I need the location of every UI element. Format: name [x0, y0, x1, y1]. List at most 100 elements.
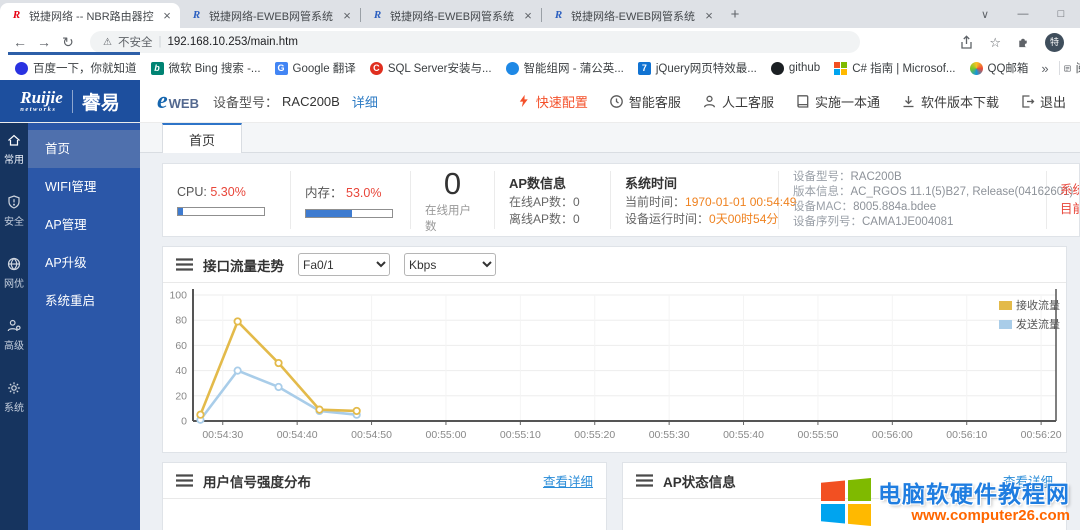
panel-menu-icon[interactable] [176, 474, 193, 487]
bookmark-bing[interactable]: b 微软 Bing 搜索 -... [144, 60, 268, 76]
sidebar-group-security[interactable]: 安全 [0, 194, 28, 256]
bookmark-google-translate[interactable]: G Google 翻译 [268, 60, 363, 76]
legend-item-receive[interactable]: 接收流量 [999, 297, 1060, 313]
book-icon [795, 94, 810, 109]
bookmark-qqmail[interactable]: QQ邮箱 [963, 60, 1036, 76]
bookmark-label: 微软 Bing 搜索 -... [169, 60, 261, 76]
download-icon [901, 94, 916, 109]
legend-item-send[interactable]: 发送流量 [999, 316, 1060, 332]
sidebar-item-ap-manage[interactable]: AP管理 [28, 206, 140, 244]
reload-icon[interactable]: ↻ [56, 34, 80, 51]
browser-tab-eweb-2[interactable]: R 锐捷网络-EWEB网管系统 × [361, 3, 541, 28]
browser-tab-nbr[interactable]: R 锐捷网络 -- NBR路由器控制引擎 × [0, 3, 180, 28]
ap-detail-link[interactable]: 查看详细 [1003, 471, 1053, 490]
eweb-logo: e [157, 89, 168, 113]
share-icon[interactable] [959, 35, 974, 50]
signal-detail-link[interactable]: 查看详细 [543, 471, 593, 490]
home-icon [6, 132, 22, 148]
svg-text:60: 60 [175, 340, 187, 352]
traffic-chart: 02040608010000:54:3000:54:4000:54:5000:5… [163, 283, 1066, 451]
bookmark-github[interactable]: github [764, 62, 827, 75]
logout-button[interactable]: 退出 [1020, 92, 1066, 111]
svg-text:00:55:20: 00:55:20 [574, 429, 615, 441]
notice-line: 系统有新版 [1060, 181, 1079, 200]
maximize-icon[interactable]: □ [1042, 8, 1080, 20]
menu-label: 退出 [1040, 92, 1066, 111]
new-tab-button[interactable]: + [722, 3, 748, 28]
bookmark-baidu[interactable]: 百度一下，你就知道 [8, 60, 144, 76]
device-row-value: 8005.884a.bdee [853, 201, 936, 213]
extensions-icon[interactable] [1016, 35, 1030, 49]
reading-list-label: 阅读清单 [1076, 60, 1080, 76]
ruijie-blue-favicon-icon: R [371, 9, 384, 22]
sidebar-item-system-restart[interactable]: 系统重启 [28, 282, 140, 320]
send-swatch-icon [999, 320, 1012, 329]
traffic-chart-body: 02040608010000:54:3000:54:4000:54:5000:5… [163, 283, 1066, 451]
browser-tab-eweb-3[interactable]: R 锐捷网络-EWEB网管系统 × [542, 3, 722, 28]
sidebar-item-home[interactable]: 首页 [28, 130, 140, 168]
svg-text:00:56:00: 00:56:00 [872, 429, 913, 441]
forward-icon[interactable]: → [32, 34, 56, 50]
tab-close-icon[interactable]: × [521, 8, 535, 23]
eweb-logo-text: WEB [169, 96, 199, 111]
sidebar-group-advanced[interactable]: 高级 [0, 318, 28, 380]
device-model-value: RAC200B [282, 94, 340, 109]
bookmark-jquery[interactable]: 7 jQuery网页特效最... [631, 60, 764, 76]
site-header: Ruijie networks 睿易 e WEB 设备型号： RAC200B 详… [0, 80, 1080, 123]
panel-menu-icon[interactable] [636, 474, 653, 487]
status-card: CPU: 5.30% 内存： 53.0% 0 在线用户数 AP数信息 在线AP数… [162, 163, 1080, 237]
quick-config-button[interactable]: 快速配置 [517, 92, 588, 111]
bookmark-star-icon[interactable]: ☆ [989, 36, 1001, 49]
tab-title: 锐捷网络-EWEB网管系统 [209, 8, 334, 24]
tab-close-icon[interactable]: × [702, 8, 716, 23]
bookmark-sqlserver[interactable]: C SQL Server安装与... [363, 60, 499, 76]
address-bar[interactable]: ⚠ 不安全 | 192.168.10.253/main.htm [90, 31, 860, 53]
svg-text:20: 20 [175, 390, 187, 402]
tab-close-icon[interactable]: × [160, 8, 174, 23]
online-users-count: 0 [444, 167, 461, 200]
browser-tab-eweb-1[interactable]: R 锐捷网络-EWEB网管系统 × [180, 3, 360, 28]
reading-list-button[interactable]: 阅读清单 [1064, 60, 1080, 76]
browser-toolbar: ← → ↻ ⚠ 不安全 | 192.168.10.253/main.htm ☆ … [0, 28, 1080, 56]
uptime-label: 设备运行时间： [625, 212, 709, 226]
bookmark-oray[interactable]: 智能组网 - 蒲公英... [499, 60, 631, 76]
sidebar-group-system[interactable]: 系统 [0, 380, 28, 442]
window-controls: ∨ — □ [966, 0, 1080, 28]
bookmarks-overflow-chevron[interactable]: » [1035, 61, 1054, 76]
bookmarks-divider [1059, 61, 1060, 75]
google-translate-favicon-icon: G [275, 62, 288, 75]
device-detail-link[interactable]: 详细 [352, 92, 378, 111]
smart-service-button[interactable]: 智能客服 [609, 92, 681, 111]
tab-close-icon[interactable]: × [340, 8, 354, 23]
sidebar-group-common[interactable]: 常用 [0, 132, 28, 194]
traffic-chart-panel: 接口流量走势 Fa0/1 Kbps 02040608010000:54:3000… [162, 246, 1067, 453]
tab-search-icon[interactable]: ∨ [966, 8, 1004, 21]
globe-icon [6, 256, 22, 272]
software-download-button[interactable]: 软件版本下载 [901, 92, 999, 111]
implementation-guide-button[interactable]: 实施一本通 [795, 92, 880, 111]
interface-select[interactable]: Fa0/1 [298, 253, 390, 276]
sidebar-menu: 首页 WIFI管理 AP管理 AP升级 系统重启 [28, 123, 140, 530]
back-icon[interactable]: ← [8, 34, 32, 50]
version-notice: 系统有新版 目前最新版 [1047, 171, 1079, 229]
svg-text:80: 80 [175, 315, 187, 327]
ap-count-title: AP数信息 [509, 173, 596, 192]
bookmark-csharp[interactable]: C# 指南 | Microsof... [827, 60, 962, 76]
device-row-label: 版本信息： [793, 186, 851, 198]
sidebar-item-ap-upgrade[interactable]: AP升级 [28, 244, 140, 282]
profile-avatar[interactable]: 特 [1045, 33, 1064, 52]
tab-home[interactable]: 首页 [162, 123, 242, 153]
sidebar-group-label: 高级 [4, 337, 24, 352]
sidebar-item-wifi[interactable]: WIFI管理 [28, 168, 140, 206]
menu-label: 快速配置 [536, 92, 588, 111]
sidebar-group-network-optimize[interactable]: 网优 [0, 256, 28, 318]
bookmark-label: SQL Server安装与... [388, 60, 492, 76]
unit-select[interactable]: Kbps [404, 253, 496, 276]
not-secure-warning-icon[interactable]: ⚠ [103, 37, 112, 48]
brand-subname: networks [20, 107, 63, 114]
device-info-section: 设备型号：RAC200B 版本信息：AC_RGOS 11.1(5)B27, Re… [779, 171, 1047, 229]
human-service-button[interactable]: 人工客服 [702, 92, 774, 111]
minimize-icon[interactable]: — [1004, 8, 1042, 20]
panel-menu-icon[interactable] [176, 258, 193, 271]
device-row-value: AC_RGOS 11.1(5)B27, Release(04162601) [851, 186, 1074, 198]
